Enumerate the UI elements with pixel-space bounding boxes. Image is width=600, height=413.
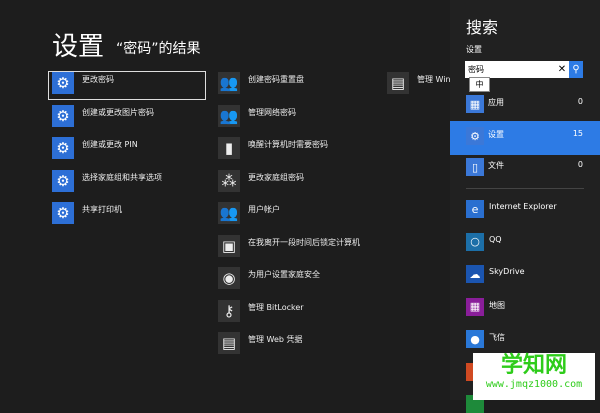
file-icon: ▯ <box>466 158 484 176</box>
category-count: 0 <box>577 160 583 169</box>
search-icon[interactable]: ⚲ <box>569 61 583 78</box>
monitor-icon: ▣ <box>218 234 240 257</box>
result-label: 为用户设置家庭安全 <box>248 270 320 279</box>
result-label: 创建或更改图片密码 <box>82 107 154 117</box>
result-label: 创建或更改 PIN <box>82 140 138 149</box>
divider <box>466 188 584 189</box>
app-label: Internet Explorer <box>489 202 557 211</box>
result-item[interactable]: ⚙ 选择家庭组和共享选项 <box>52 169 162 200</box>
category-label: 设置 <box>488 130 504 139</box>
vault-icon: ▤ <box>387 72 409 94</box>
gear-icon: ⚙ <box>52 169 74 192</box>
app-result[interactable]: ☁ SkyDrive <box>466 265 525 283</box>
watermark: 学知网 www.jmqz1000.com <box>473 353 595 400</box>
homegroup-icon: ⁂ <box>218 169 240 192</box>
app-icon: ☁ <box>466 265 484 283</box>
app-label: QQ <box>489 234 502 244</box>
result-label: 在我离开一段时间后锁定计算机 <box>248 237 360 247</box>
apps-icon: ▦ <box>466 95 484 113</box>
result-label: 共享打印机 <box>82 205 122 214</box>
app-label: 地图 <box>489 300 505 310</box>
result-item[interactable]: ▣ 在我离开一段时间后锁定计算机 <box>218 234 360 265</box>
result-item[interactable]: 👥 管理网络密码 <box>218 104 296 135</box>
app-icon: e <box>466 200 484 218</box>
page-title: 设置 <box>52 32 105 62</box>
category-files[interactable]: ▯ 文件 0 <box>450 156 600 186</box>
ime-indicator[interactable]: 中 <box>469 77 490 92</box>
result-item[interactable]: ▤ 管理 Web 凭据 <box>218 332 303 362</box>
result-label: 创建密码重置盘 <box>248 75 304 84</box>
family-safety-icon: ◉ <box>218 267 240 289</box>
battery-icon: ▮ <box>218 137 240 159</box>
result-item[interactable]: 👥 用户帐户 <box>218 202 280 232</box>
category-count: 15 <box>572 129 583 138</box>
result-item[interactable]: 👥 创建密码重置盘 <box>218 72 304 102</box>
gear-icon: ⚙ <box>52 137 74 159</box>
result-label: 管理 BitLocker <box>248 302 304 312</box>
category-label: 文件 <box>488 161 504 170</box>
result-label: 更改家庭组密码 <box>248 172 304 182</box>
result-label: 用户帐户 <box>248 205 280 214</box>
result-item[interactable]: ⚙ 共享打印机 <box>52 202 122 232</box>
app-result[interactable]: e Internet Explorer <box>466 200 557 218</box>
app-icon: ▦ <box>466 297 484 316</box>
search-pane: 搜索 设置 密码 ✕ ⚲ 中 ▦ 应用 0 ⚙ 设置 15 ▯ 文件 0 e Internet… <box>450 0 600 413</box>
gear-icon: ⚙ <box>466 127 484 145</box>
result-item[interactable]: ⚷ 管理 BitLocker <box>218 299 304 330</box>
result-item[interactable]: ⚙ 更改密码 <box>52 72 114 102</box>
users-icon: 👥 <box>218 202 240 224</box>
result-item[interactable]: ⚙ 创建或更改 PIN <box>52 137 138 167</box>
watermark-url: www.jmqz1000.com <box>485 379 583 390</box>
result-item[interactable]: ▮ 唤醒计算机时需要密码 <box>218 137 328 167</box>
search-scope: 设置 <box>466 45 482 54</box>
category-label: 应用 <box>488 98 504 107</box>
category-settings[interactable]: ⚙ 设置 15 <box>450 121 600 155</box>
gear-icon: ⚙ <box>52 202 74 224</box>
result-label: 管理网络密码 <box>248 107 296 117</box>
users-icon: 👥 <box>218 72 240 94</box>
app-result[interactable]: ▦ 地图 <box>466 297 505 316</box>
search-input[interactable]: 密码 ✕ ⚲ <box>465 61 583 78</box>
vault-icon: ▤ <box>218 332 240 354</box>
result-item[interactable]: ⚙ 创建或更改图片密码 <box>52 104 154 135</box>
search-value: 密码 <box>468 65 484 74</box>
category-apps[interactable]: ▦ 应用 0 <box>450 93 600 123</box>
gear-icon: ⚙ <box>52 104 74 127</box>
watermark-title: 学知网 <box>500 353 567 378</box>
result-item[interactable]: ◉ 为用户设置家庭安全 <box>218 267 320 297</box>
app-result[interactable]: ○ QQ <box>466 232 502 251</box>
results-subtitle: “密码”的结果 <box>116 41 201 57</box>
app-label: 飞信 <box>489 333 505 342</box>
result-label: 选择家庭组和共享选项 <box>82 172 162 182</box>
app-icon: ○ <box>466 232 484 251</box>
app-label: SkyDrive <box>489 267 525 276</box>
category-count: 0 <box>577 97 583 106</box>
gear-icon: ⚙ <box>52 72 74 94</box>
search-pane-title: 搜索 <box>466 18 499 37</box>
result-label: 唤醒计算机时需要密码 <box>248 140 328 149</box>
result-label: 管理 Web 凭据 <box>248 335 303 344</box>
bitlocker-key-icon: ⚷ <box>218 299 240 322</box>
users-icon: 👥 <box>218 104 240 127</box>
clear-icon[interactable]: ✕ <box>555 64 569 75</box>
result-label: 更改密码 <box>82 75 114 84</box>
result-item[interactable]: ⁂ 更改家庭组密码 <box>218 169 304 200</box>
